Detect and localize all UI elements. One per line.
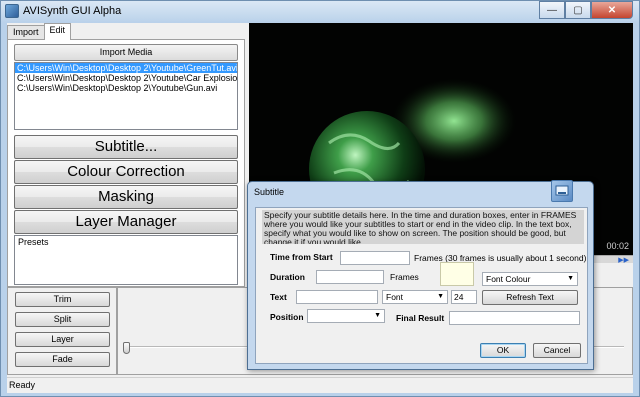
- trim-button[interactable]: Trim: [15, 292, 110, 307]
- time-from-start-label: Time from Start: [270, 252, 333, 262]
- status-text: Ready: [9, 380, 36, 390]
- time-from-start-input[interactable]: [340, 251, 410, 265]
- app-icon: [5, 4, 19, 18]
- import-media-button[interactable]: Import Media: [14, 44, 238, 61]
- frames-label: Frames: [390, 272, 419, 282]
- tab-strip: Import Edit: [7, 23, 72, 40]
- font-select-value: Font: [386, 292, 404, 302]
- media-file-list[interactable]: C:\Users\Win\Desktop\Desktop 2\Youtube\G…: [14, 62, 238, 130]
- presets-list[interactable]: Presets: [14, 235, 238, 285]
- layer-button[interactable]: Layer: [15, 332, 110, 347]
- instructions-text: Specify your subtitle details here. In t…: [262, 210, 584, 244]
- list-item[interactable]: C:\Users\Win\Desktop\Desktop 2\Youtube\G…: [15, 63, 237, 73]
- duration-label: Duration: [270, 272, 305, 282]
- window-title: AVISynth GUI Alpha: [23, 5, 122, 17]
- edit-tab-panel: Import Media C:\Users\Win\Desktop\Deskto…: [7, 39, 245, 287]
- timecode: 00:02: [606, 241, 629, 251]
- text-input[interactable]: [296, 290, 378, 304]
- text-label: Text: [270, 292, 287, 302]
- font-size-input[interactable]: 24: [451, 290, 477, 304]
- final-result-field: [449, 311, 580, 325]
- layer-manager-button[interactable]: Layer Manager: [14, 210, 238, 234]
- refresh-text-button[interactable]: Refresh Text: [482, 290, 578, 305]
- list-item[interactable]: C:\Users\Win\Desktop\Desktop 2\Youtube\G…: [15, 83, 237, 93]
- maximize-button[interactable]: ▢: [565, 1, 591, 19]
- presets-label: Presets: [18, 237, 49, 247]
- subtitle-dialog: Subtitle Specify your subtitle details h…: [247, 180, 594, 370]
- tab-import[interactable]: Import: [7, 25, 45, 40]
- font-colour-select[interactable]: Font Colour ▼: [482, 272, 578, 286]
- duration-input[interactable]: [316, 270, 384, 284]
- chevron-down-icon: ▼: [374, 312, 381, 319]
- masking-button[interactable]: Masking: [14, 185, 238, 209]
- title-bar[interactable]: AVISynth GUI Alpha — ▢ ✕: [1, 1, 639, 23]
- close-button[interactable]: ✕: [591, 1, 633, 19]
- font-colour-swatch[interactable]: [440, 262, 474, 286]
- play-next-icon[interactable]: ▶▶: [618, 256, 629, 264]
- chevron-down-icon: ▼: [567, 275, 574, 282]
- font-colour-select-value: Font Colour: [486, 274, 531, 284]
- cancel-button[interactable]: Cancel: [533, 343, 581, 358]
- dialog-title: Subtitle: [254, 187, 285, 197]
- dialog-body: Specify your subtitle details here. In t…: [255, 207, 588, 364]
- dialog-icon: [551, 180, 573, 202]
- list-item[interactable]: C:\Users\Win\Desktop\Desktop 2\Youtube\C…: [15, 73, 237, 83]
- status-bar: Ready: [7, 377, 633, 393]
- split-button[interactable]: Split: [15, 312, 110, 327]
- caption-buttons: — ▢ ✕: [539, 1, 633, 19]
- tool-panel: Trim Split Layer Fade: [7, 287, 117, 375]
- fade-button[interactable]: Fade: [15, 352, 110, 367]
- subtitle-button[interactable]: Subtitle...: [14, 135, 238, 159]
- final-result-label: Final Result: [396, 313, 445, 323]
- ok-button[interactable]: OK: [480, 343, 526, 358]
- position-label: Position: [270, 312, 304, 322]
- chevron-down-icon: ▼: [437, 293, 444, 300]
- timeline-slider-thumb[interactable]: [123, 342, 130, 354]
- font-select[interactable]: Font ▼: [382, 290, 448, 304]
- colour-correction-button[interactable]: Colour Correction: [14, 160, 238, 184]
- minimize-button[interactable]: —: [539, 1, 565, 19]
- tab-edit[interactable]: Edit: [43, 23, 72, 40]
- position-select[interactable]: ▼: [307, 309, 385, 323]
